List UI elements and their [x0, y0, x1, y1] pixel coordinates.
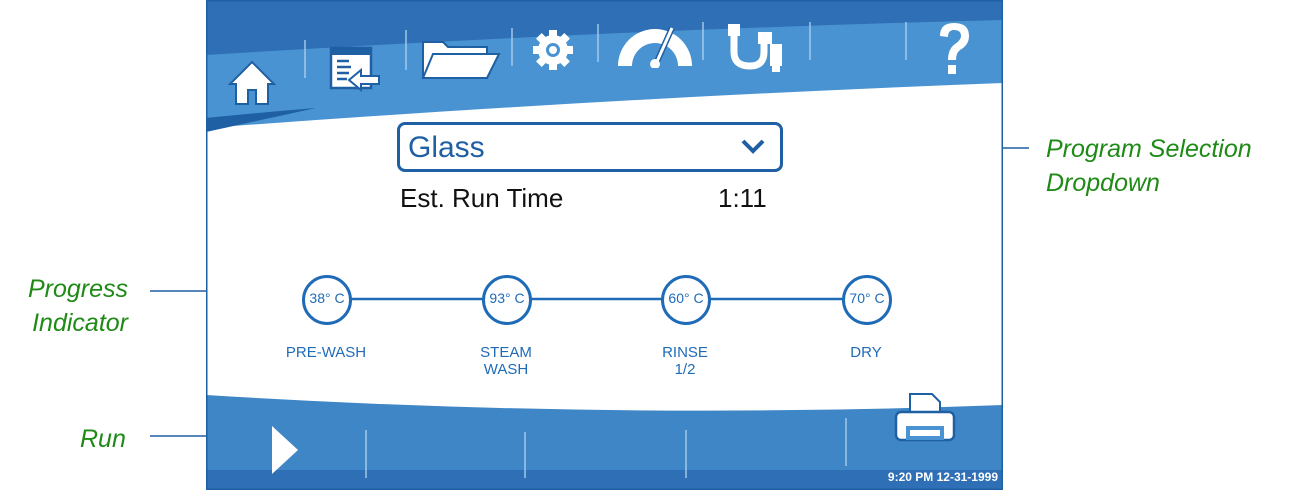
stage-label: PRE-WASH [256, 344, 396, 361]
gauge-icon[interactable] [614, 20, 696, 68]
progress-line [326, 297, 886, 301]
chevron-down-icon [741, 139, 765, 154]
stage-label: DRY [796, 344, 936, 361]
device-screen: Glass Est. Run Time 1:11 38° C PRE-WASH … [206, 0, 1003, 490]
screen-background [206, 0, 1003, 490]
annotation-program-selection: Program Selection Dropdown [1046, 132, 1252, 200]
stage-label: STEAM WASH [436, 344, 576, 378]
stage-label: RINSE 1/2 [615, 344, 755, 378]
stage-label-line1: DRY [850, 344, 882, 361]
folder-icon[interactable] [421, 36, 501, 80]
home-icon[interactable] [228, 60, 276, 106]
stage-steam-wash: 93° C [482, 275, 532, 325]
stage-temp: 60° C [668, 290, 704, 306]
stage-temp: 93° C [489, 290, 525, 306]
stage-rinse: 60° C [661, 275, 711, 325]
stage-label-line2: 1/2 [674, 361, 696, 378]
timestamp: 9:20 PM 12-31-1999 [887, 470, 998, 484]
settings-icon[interactable] [531, 28, 575, 72]
runtime-label: Est. Run Time [400, 183, 564, 213]
selected-program: Glass [408, 131, 485, 164]
stage-temp: 38° C [309, 290, 345, 306]
stage-label-line1: PRE-WASH [285, 344, 367, 361]
stage-prewash: 38° C [302, 275, 352, 325]
annotation-program-line1: Program Selection [1046, 135, 1252, 163]
annotation-progress-indicator: Progress Indicator [10, 272, 128, 340]
stage-label-line2: WASH [483, 361, 529, 378]
stage-label-line1: RINSE [662, 344, 708, 361]
program-selection-dropdown[interactable]: Glass [397, 122, 783, 172]
annotation-run: Run [80, 425, 126, 453]
run-icon[interactable] [268, 424, 302, 476]
stage-label-line1: STEAM [480, 344, 532, 361]
runtime-value: 1:11 [718, 183, 767, 213]
stage-temp: 70° C [849, 290, 885, 306]
annotation-progress-line2: Indicator [32, 309, 128, 337]
help-icon[interactable] [936, 20, 972, 78]
annotation-program-line2: Dropdown [1046, 169, 1160, 197]
usb-icon[interactable] [724, 22, 788, 72]
annotation-progress-line1: Progress [27, 275, 128, 303]
printer-icon[interactable] [892, 392, 958, 450]
stage-dry: 70° C [842, 275, 892, 325]
import-icon[interactable] [329, 46, 381, 92]
